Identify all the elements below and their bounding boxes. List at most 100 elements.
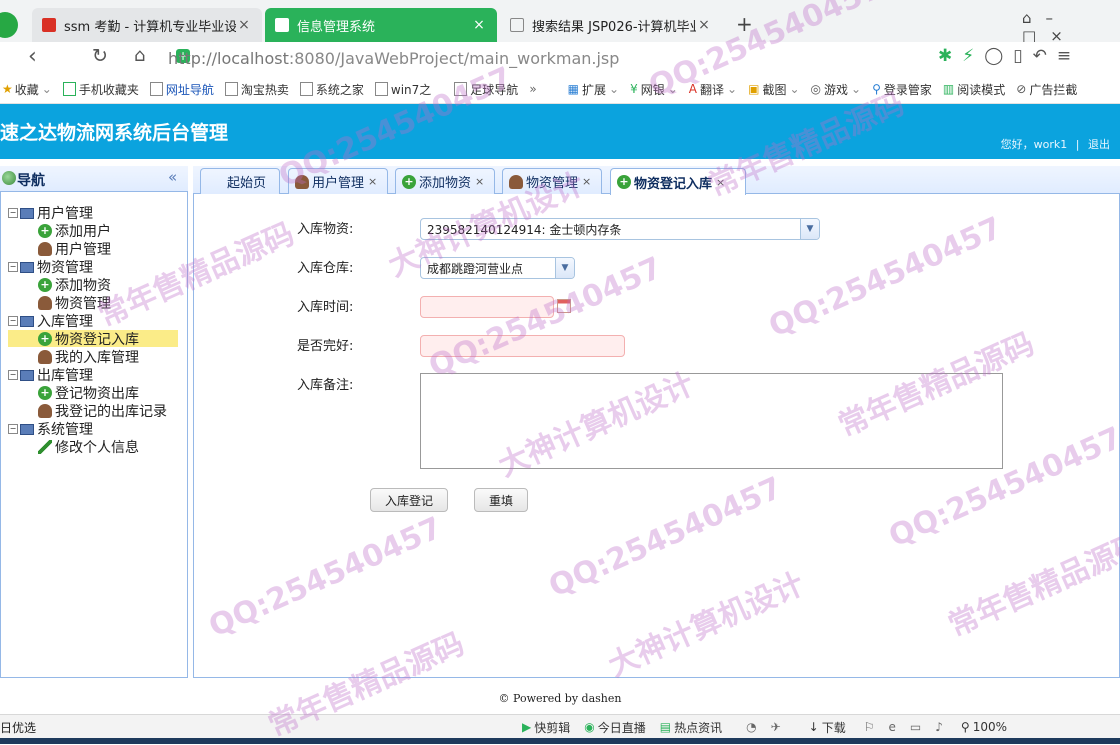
pin-icon[interactable]: ✈ — [771, 720, 795, 734]
tree-item-my-outbound[interactable]: 我登记的出库记录 — [38, 401, 167, 421]
phone-icon[interactable]: ▯ — [1013, 46, 1032, 66]
bookmark-favorites[interactable]: ★ 收藏 ⌄ — [2, 81, 52, 98]
back-icon[interactable]: ‹ — [28, 44, 37, 69]
home-icon[interactable]: ⌂ — [134, 45, 145, 66]
tree-group-goods[interactable]: − 物资管理 — [8, 257, 93, 277]
tree-group-system[interactable]: − 系统管理 — [8, 419, 93, 439]
status-clip[interactable]: ▶ 快剪辑 — [522, 719, 570, 736]
close-tab-icon[interactable]: × — [716, 176, 725, 189]
calendar-icon[interactable] — [557, 299, 571, 313]
undo-icon[interactable]: ↶ — [1033, 46, 1057, 66]
tree-item-label: 物资登记入库 — [55, 332, 139, 348]
green-spinner-icon[interactable]: ✱ — [938, 46, 962, 66]
intact-input[interactable] — [420, 335, 625, 357]
browser-tab-3[interactable]: 搜索结果 JSP026-计算机毕业设 × — [500, 8, 722, 42]
pencil-icon — [38, 440, 52, 454]
close-tab-icon[interactable]: × — [471, 17, 487, 33]
lightning-icon[interactable]: ⚡ — [962, 46, 984, 66]
extension-item[interactable]: A 翻译 ⌄ — [689, 81, 737, 98]
status-news[interactable]: ▤ 热点资讯 — [660, 719, 722, 736]
submit-inbound-button[interactable]: 入库登记 — [370, 488, 448, 512]
page-icon — [299, 82, 313, 96]
nav-title: 导航 — [17, 173, 45, 189]
tree-group-users[interactable]: − 用户管理 — [8, 203, 93, 223]
bookmark-item[interactable]: 手机收藏夹 — [62, 81, 139, 98]
flag-icon[interactable]: ⚐ — [864, 720, 889, 734]
os-taskbar — [0, 738, 1120, 744]
warehouse-select[interactable]: 成都跳蹬河营业点 ▼ — [420, 257, 575, 279]
status-zoom[interactable]: ⚲ 100% — [961, 720, 1007, 734]
tab-goods-manage[interactable]: 物资管理 × — [502, 168, 602, 194]
tree-item-goods-manage[interactable]: 物资管理 — [38, 293, 111, 313]
extension-item[interactable]: ⚲ 登录管家 — [872, 81, 932, 98]
tree-item-label: 我登记的出库记录 — [55, 404, 167, 420]
bookmark-item[interactable]: 系统之家 — [299, 81, 364, 98]
collapse-box-icon: − — [8, 208, 18, 218]
tree-item-add-user[interactable]: + 添加用户 — [38, 221, 111, 241]
bookmark-label: 扩展 — [582, 82, 607, 97]
greeting-text: 您好，work1 — [1000, 138, 1068, 151]
tab-goods-inbound[interactable]: + 物资登记入库 × — [610, 168, 746, 195]
extension-item[interactable]: ▥ 阅读模式 — [943, 81, 1005, 98]
menu-icon[interactable]: ≡ — [1057, 46, 1081, 66]
window-icon[interactable]: ▭ — [910, 720, 935, 734]
goods-select[interactable]: 239582140124914: 金士顿内存条 ▼ — [420, 218, 820, 240]
login-icon: ⚲ — [872, 82, 881, 96]
close-tab-icon[interactable]: × — [696, 17, 712, 33]
dropdown-arrow-icon[interactable]: ▼ — [800, 219, 819, 239]
warehouse-select-value: 成都跳蹬河营业点 — [427, 261, 524, 276]
sound-icon[interactable]: ♪ — [935, 720, 957, 734]
tree-group-inbound[interactable]: − 入库管理 — [8, 311, 93, 331]
tab-label: 起始页 — [227, 176, 267, 191]
logout-link[interactable]: 退出 — [1088, 138, 1110, 151]
goods-select-value: 239582140124914: 金士顿内存条 — [427, 222, 622, 237]
inbound-time-input[interactable] — [420, 296, 554, 318]
status-download[interactable]: ↓ 下载 — [809, 719, 846, 736]
new-tab-button[interactable]: + — [736, 12, 753, 36]
tree-item-user-manage[interactable]: 用户管理 — [38, 239, 111, 259]
extension-item[interactable]: ▣ 截图 ⌄ — [748, 81, 799, 98]
bookmark-item[interactable]: 足球导航 — [454, 81, 518, 98]
app-title: 速之达物流网系统后台管理 — [0, 122, 229, 144]
close-tab-icon[interactable]: × — [236, 17, 252, 33]
minimize-icon[interactable]: – — [1046, 9, 1068, 27]
close-tab-icon[interactable]: × — [368, 175, 377, 188]
close-tab-icon[interactable]: × — [582, 175, 591, 188]
bookmark-label: 淘宝热卖 — [240, 82, 289, 97]
status-promo[interactable]: 日优选 — [0, 719, 36, 736]
status-live[interactable]: ◉ 今日直播 — [584, 719, 646, 736]
extension-item[interactable]: ⊘ 广告拦截 — [1016, 81, 1077, 98]
tab-add-goods[interactable]: + 添加物资 × — [395, 168, 495, 194]
add-icon: + — [402, 174, 416, 189]
ie-icon[interactable]: e — [889, 720, 910, 734]
bookmark-item[interactable]: win7之 — [374, 81, 431, 98]
bookmark-item[interactable]: 网址导航 — [149, 81, 214, 98]
tree-item-register-outbound[interactable]: + 登记物资出库 — [38, 383, 139, 403]
bookmark-more[interactable]: » — [529, 82, 536, 96]
reset-button[interactable]: 重填 — [474, 488, 528, 512]
tree-item-add-goods[interactable]: + 添加物资 — [38, 275, 111, 295]
extension-item[interactable]: ◎ 游戏 ⌄ — [811, 81, 862, 98]
tab-home[interactable]: 起始页 — [200, 168, 280, 194]
status-icons: ◔ ✈ — [746, 720, 795, 734]
extension-item[interactable]: ¥ 网银 ⌄ — [630, 81, 678, 98]
collapse-icon[interactable]: « — [168, 168, 177, 186]
skin-icon[interactable]: ⌂ — [1022, 9, 1046, 27]
bookmark-item[interactable]: 淘宝热卖 — [224, 81, 289, 98]
extension-item[interactable]: ▦ 扩展 ⌄ — [568, 81, 619, 98]
memo-textarea[interactable] — [420, 373, 1003, 469]
reload-icon[interactable]: ↻ — [92, 45, 108, 67]
dropdown-arrow-icon[interactable]: ▼ — [555, 258, 574, 278]
browser-tab-1[interactable]: ssm 考勤 - 计算机专业毕业设计 × — [32, 8, 262, 42]
tab-user-manage[interactable]: 用户管理 × — [288, 168, 388, 194]
address-bar[interactable]: http://localhost:8080/JavaWebProject/mai… — [168, 44, 928, 72]
browser-tab-2[interactable]: 信息管理系统 × — [265, 8, 497, 42]
tree-item-goods-inbound[interactable]: + 物资登记入库 — [38, 329, 139, 349]
tree-item-my-inbound[interactable]: 我的入库管理 — [38, 347, 139, 367]
add-icon: + — [38, 224, 52, 238]
tree-item-edit-profile[interactable]: 修改个人信息 — [38, 437, 139, 457]
close-tab-icon[interactable]: × — [475, 175, 484, 188]
account-icon[interactable]: ◯ — [984, 46, 1013, 66]
speed-icon[interactable]: ◔ — [746, 720, 770, 734]
tree-group-outbound[interactable]: − 出库管理 — [8, 365, 93, 385]
